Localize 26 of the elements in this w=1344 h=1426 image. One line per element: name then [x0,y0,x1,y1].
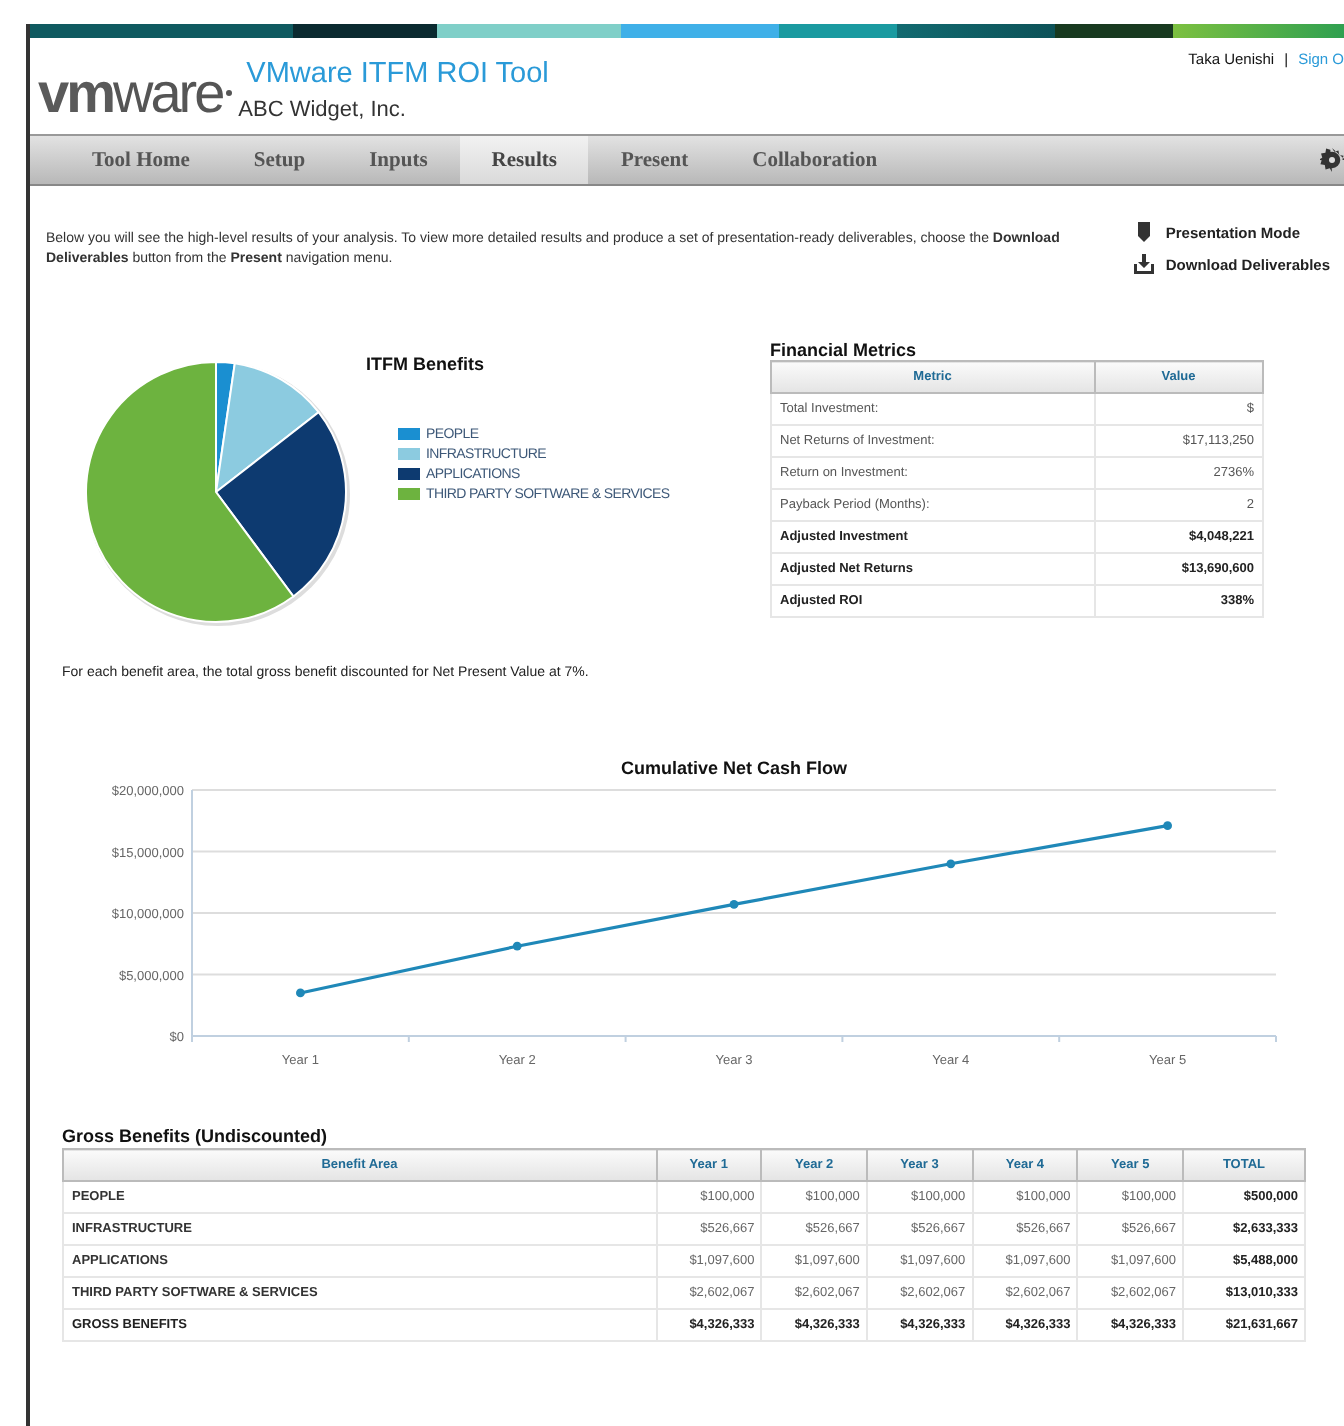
legend-swatch [398,468,420,480]
section-title: Gross Benefits (Undiscounted) [62,1126,330,1148]
vmware-logo: vmware [38,66,223,122]
data-point [512,941,522,951]
app-title: VMware ITFM ROI Tool [246,58,549,90]
nav-tab[interactable]: Inputs [337,136,460,184]
settings-icon[interactable] [1320,144,1344,176]
section-title: Financial Metrics [770,340,919,360]
nav-tab[interactable]: Setup [221,136,338,184]
legend-swatch [398,428,420,440]
nav-tab[interactable]: Present [588,136,721,184]
chart-title: ITFM Benefits [366,354,485,374]
data-point [296,988,305,998]
company-name: ABC Widget, Inc. [238,98,408,122]
download-icon [1133,254,1154,274]
logo-dot-icon [226,90,233,96]
data-point [946,859,956,869]
data-point [1163,821,1172,831]
presentation-icon [1133,222,1154,242]
legend-swatch [398,488,420,500]
nav-tab[interactable]: Collaboration [720,136,910,184]
nav-tab[interactable]: Tool Home [60,136,222,184]
chart-title: Cumulative Net Cash Flow [620,758,848,778]
nav-tab[interactable]: Results [459,136,589,184]
data-point [729,900,739,909]
legend-swatch [398,448,420,460]
